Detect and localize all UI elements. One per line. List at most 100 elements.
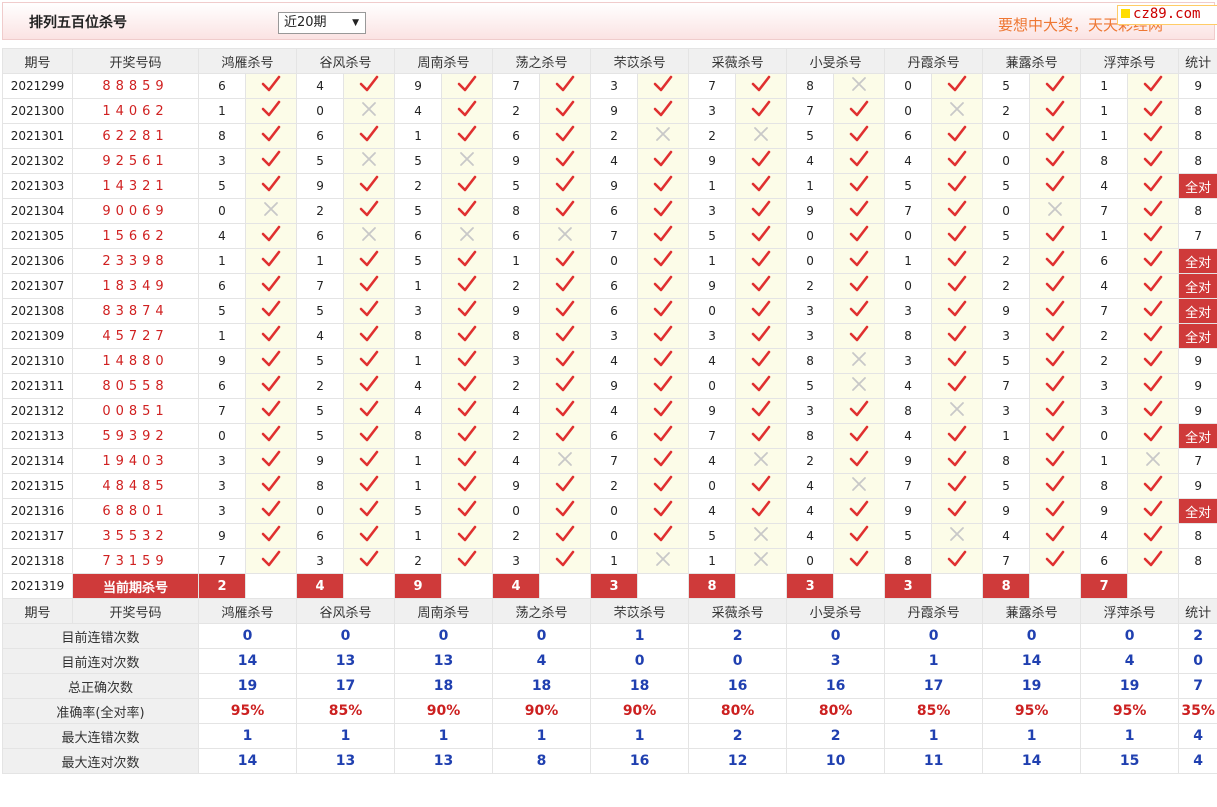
correct-mark [1029, 348, 1082, 374]
check-icon [555, 100, 575, 117]
kill-number: 4 [1080, 273, 1129, 299]
check-icon [359, 275, 379, 292]
check-icon [457, 550, 477, 567]
kill-number: 7 [884, 198, 933, 224]
check-icon [457, 250, 477, 267]
wrong-mark [735, 523, 788, 549]
kill-number: 1 [394, 348, 443, 374]
check-icon [555, 425, 575, 442]
check-icon [751, 250, 771, 267]
correct-mark [637, 73, 690, 99]
kill-number: 3 [884, 298, 933, 324]
kill-number: 7 [1080, 298, 1129, 324]
check-icon [457, 125, 477, 142]
correct-mark [1029, 323, 1082, 349]
check-icon [261, 150, 281, 167]
kill-number: 9 [786, 198, 835, 224]
kill-number: 3 [786, 398, 835, 424]
period-select[interactable]: 近20期 ▼ [278, 12, 366, 34]
header-expert: 芣苡杀号 [590, 48, 690, 74]
correct-mark [735, 348, 788, 374]
table-row: 2021300 14062 1 0 4 2 9 3 7 0 2 1 8 [2, 98, 1217, 124]
correct-mark [833, 273, 886, 299]
correct-mark [244, 248, 298, 274]
kill-number: 0 [688, 373, 737, 399]
check-icon [261, 475, 281, 492]
issue-number: 2021318 [2, 548, 73, 574]
check-icon [1143, 525, 1163, 542]
check-icon [751, 375, 771, 392]
check-icon [751, 300, 771, 317]
kill-number: 4 [394, 373, 443, 399]
check-icon [359, 450, 379, 467]
correct-mark [931, 123, 984, 149]
correct-mark [1029, 473, 1082, 499]
check-icon [849, 425, 869, 442]
kill-number: 9 [688, 398, 737, 424]
correct-mark [1127, 98, 1180, 124]
kill-number: 2 [590, 123, 639, 149]
draw-numbers: 19403 [72, 448, 199, 474]
check-icon [1143, 550, 1163, 567]
correct-count: 9 [1178, 373, 1217, 399]
kill-number: 5 [982, 348, 1031, 374]
correct-mark [441, 498, 494, 524]
issue-number: 2021312 [2, 398, 73, 424]
check-icon [751, 275, 771, 292]
kill-number: 6 [198, 273, 246, 299]
check-icon [1045, 250, 1065, 267]
cross-icon [950, 527, 965, 541]
kill-number: 1 [198, 323, 246, 349]
kill-number: 0 [492, 498, 541, 524]
correct-mark [244, 498, 298, 524]
cross-icon [852, 477, 866, 491]
correct-mark [1127, 498, 1180, 524]
check-icon [457, 100, 477, 117]
check-icon [849, 175, 869, 192]
check-icon [653, 350, 673, 367]
table-row: 2021310 14880 9 5 1 3 4 4 8 3 5 2 9 [2, 348, 1217, 374]
correct-mark [244, 298, 298, 324]
stats-value: 15 [1080, 748, 1180, 774]
correct-mark [539, 298, 592, 324]
correct-mark [539, 198, 592, 224]
check-icon [1143, 150, 1163, 167]
wrong-mark [931, 398, 984, 424]
correct-mark [931, 473, 984, 499]
check-icon [1143, 300, 1163, 317]
kill-number: 1 [1080, 223, 1129, 249]
stats-total: 0 [1178, 648, 1217, 674]
kill-number: 2 [492, 523, 541, 549]
all-right-badge: 全对 [1178, 423, 1217, 449]
kill-number: 4 [884, 373, 933, 399]
correct-mark [735, 73, 788, 99]
kill-number: 4 [982, 523, 1031, 549]
correct-mark [1029, 148, 1082, 174]
stats-row: 总正确次数 19 17 18 18 18 16 16 17 19 19 7 [2, 673, 1217, 699]
check-icon [555, 325, 575, 342]
kill-number: 8 [1080, 148, 1129, 174]
check-icon [751, 475, 771, 492]
kill-number: 0 [1080, 423, 1129, 449]
stats-value: 0 [492, 623, 592, 649]
check-icon [1143, 350, 1163, 367]
draw-numbers: 73159 [72, 548, 199, 574]
draw-numbers: 14062 [72, 98, 199, 124]
correct-mark [539, 398, 592, 424]
stats-value: 85% [296, 698, 396, 724]
kill-number: 9 [1080, 498, 1129, 524]
check-icon [849, 125, 869, 142]
check-icon [849, 300, 869, 317]
wrong-mark [931, 98, 984, 124]
check-icon [947, 200, 967, 217]
correct-mark [343, 523, 396, 549]
kill-number: 3 [296, 548, 345, 574]
cross-icon [460, 227, 474, 241]
site-logo[interactable]: cz89.com [1117, 5, 1217, 25]
check-icon [359, 350, 379, 367]
kill-number: 3 [198, 148, 246, 174]
stats-total: 35% [1178, 698, 1217, 724]
header-expert: 蒹露杀号 [982, 48, 1082, 74]
check-icon [653, 450, 673, 467]
draw-numbers: 62281 [72, 123, 199, 149]
